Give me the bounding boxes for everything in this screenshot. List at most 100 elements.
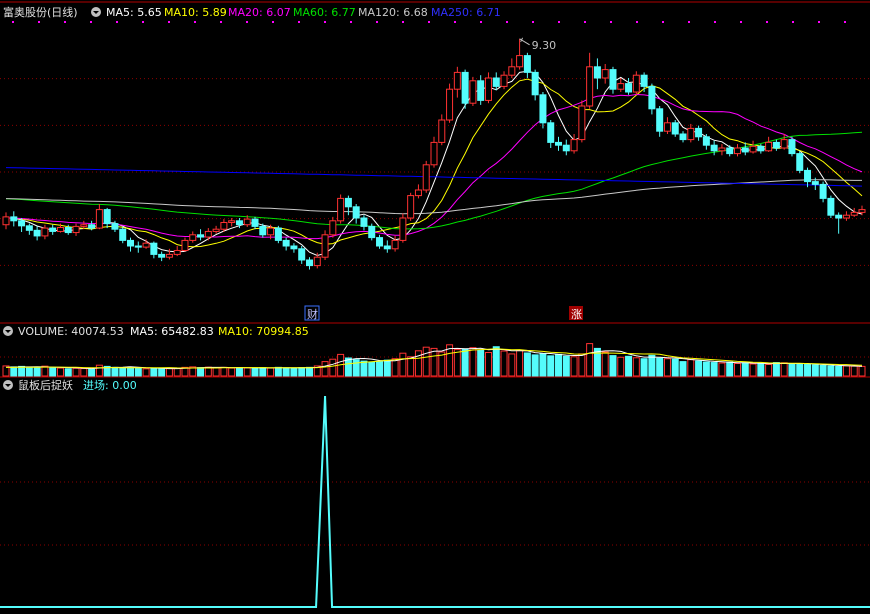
candle-body (111, 223, 119, 230)
volume-bar (835, 365, 843, 377)
candle-body (702, 136, 710, 146)
candle-body (772, 141, 780, 149)
volume-bar (586, 343, 594, 377)
volume-bar (710, 362, 718, 377)
volume-bar (733, 363, 741, 377)
volume-bar (430, 347, 438, 377)
volume-bar (757, 363, 765, 377)
candle-body (267, 227, 275, 236)
volume-bar (391, 358, 399, 377)
top-dot-marker (480, 21, 482, 23)
candle-body (150, 242, 158, 255)
volume-bar (18, 365, 26, 377)
top-dot-marker (740, 21, 742, 23)
stock-title: 富奥股份(日线) (3, 5, 78, 19)
volume-bar (290, 367, 298, 377)
volume-bar (305, 366, 313, 377)
volume-bar (601, 351, 609, 377)
volume-value-label: VOLUME: 40074.53 (18, 325, 124, 338)
candle-body (407, 195, 415, 219)
volume-bar (842, 365, 850, 377)
volume-bar (407, 356, 415, 377)
candle-body (313, 256, 321, 267)
top-dot-marker (12, 21, 14, 23)
candle-body (399, 217, 407, 241)
candle-body (142, 242, 150, 248)
candle-body (422, 164, 430, 191)
candle-body (484, 77, 492, 101)
top-dot-marker (662, 21, 664, 23)
top-dot-marker (610, 21, 612, 23)
volume-bar (72, 367, 80, 377)
volume-bar (64, 368, 72, 377)
candle-body (718, 147, 726, 152)
candle-body (383, 245, 391, 250)
volume-bar (726, 361, 734, 377)
candle-body (679, 133, 687, 141)
candle-body (827, 197, 835, 216)
top-dot-marker (142, 21, 144, 23)
volume-bar (10, 366, 18, 377)
candle-body (173, 249, 181, 255)
top-dot-marker (818, 21, 820, 23)
volume-bar (562, 355, 570, 377)
candle-body (632, 74, 640, 93)
volume-bar (492, 346, 500, 377)
candle-body (726, 147, 734, 155)
ma5-label: MA5: 5.65 (106, 6, 162, 19)
candle-body (414, 189, 422, 197)
candle-body (368, 225, 376, 239)
volume-bar (95, 364, 103, 377)
volume-bar (329, 358, 337, 377)
candle-body (819, 183, 827, 199)
top-dot-marker (116, 21, 118, 23)
volume-bar (648, 354, 656, 377)
volume-bar (383, 359, 391, 377)
candle-body (601, 69, 609, 79)
candle-body (80, 224, 88, 227)
candle-body (290, 245, 298, 250)
candle-body (811, 181, 819, 185)
volume-bar (570, 356, 578, 377)
volume-bar (212, 367, 220, 377)
candle-body (360, 217, 368, 227)
volume-bar (827, 365, 835, 377)
candle-body (243, 218, 251, 226)
candle-body (508, 66, 516, 76)
volume-bar (142, 368, 150, 377)
candle-body (547, 122, 555, 143)
volume-bar (399, 352, 407, 377)
top-dot-marker (844, 21, 846, 23)
volume-bar (687, 359, 695, 377)
top-dot-marker (38, 21, 40, 23)
candle-body (835, 214, 843, 219)
peak-price-label: 9.30 (532, 39, 557, 52)
candle-body (181, 239, 189, 251)
candle-body (733, 147, 741, 155)
volume-bar (197, 367, 205, 377)
volume-bar (158, 368, 166, 377)
candle-body (212, 228, 220, 232)
candle-body (329, 220, 337, 236)
volume-bar (453, 349, 461, 377)
volume-bar (228, 367, 236, 377)
top-dot-marker (506, 21, 508, 23)
volume-bar (850, 365, 858, 377)
volume-bar (127, 366, 135, 377)
candle-body (562, 144, 570, 152)
volume-bar (617, 356, 625, 377)
volume-bar (749, 363, 757, 377)
ma120-line (5, 179, 862, 215)
candle-body (274, 227, 282, 241)
candle-body (757, 145, 765, 152)
candle-body (663, 122, 671, 132)
candle-body (18, 220, 26, 227)
candle-body (492, 77, 500, 87)
candle-body (134, 245, 142, 248)
candle-body (500, 74, 508, 87)
volume-bar (259, 367, 267, 377)
volume-ma10-label: MA10: 70994.85 (218, 325, 309, 338)
top-dot-marker (402, 21, 404, 23)
candle-body (531, 71, 539, 96)
candle-body (687, 127, 695, 141)
